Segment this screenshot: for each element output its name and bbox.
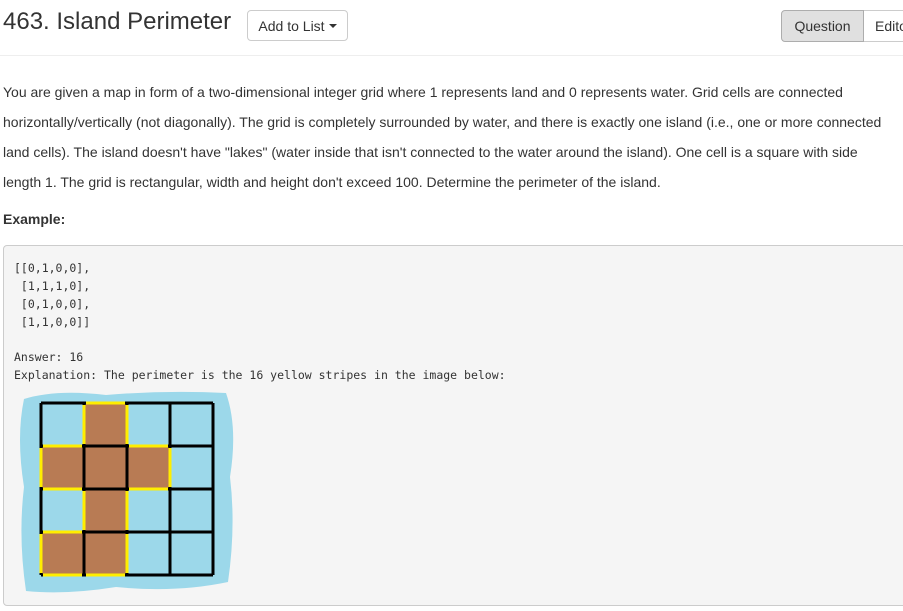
land-cell [127,446,170,489]
grid-code-line: [0,1,0,0], [14,297,91,311]
water-cell [170,403,213,446]
explanation-line: Explanation: The perimeter is the 16 yel… [14,368,506,382]
caret-down-icon [328,23,337,28]
problem-header: 463. Island Perimeter Add to List Questi… [0,0,903,56]
water-cell [41,403,84,446]
grid-code-line: [1,1,0,0]] [14,315,91,329]
view-tabs: Question Editorial [781,10,903,42]
land-cell [84,403,127,446]
water-cell [170,446,213,489]
add-to-list-label: Add to List [258,17,325,34]
water-cell [41,489,84,532]
add-to-list-button[interactable]: Add to List [247,10,348,41]
problem-description: You are given a map in form of a two-dim… [3,84,882,190]
water-cell [127,532,170,575]
water-cell [170,532,213,575]
example-label: Example: [3,211,66,227]
grid-code-line: [1,1,1,0], [14,279,91,293]
land-cell [41,446,84,489]
land-cell [84,532,127,575]
land-cell [84,446,127,489]
island-perimeter-image [20,391,234,593]
grid-code-line: [[0,1,0,0], [14,261,91,275]
water-cell [127,403,170,446]
tab-question[interactable]: Question [781,10,864,42]
example-block: [[0,1,0,0], [1,1,1,0], [0,1,0,0], [1,1,0… [3,245,903,606]
land-cell [84,489,127,532]
page-title: 463. Island Perimeter [3,8,232,35]
tab-editorial[interactable]: Editorial [864,10,903,42]
land-cell [41,532,84,575]
answer-line: Answer: 16 [14,350,84,364]
water-cell [127,489,170,532]
water-cell [170,489,213,532]
